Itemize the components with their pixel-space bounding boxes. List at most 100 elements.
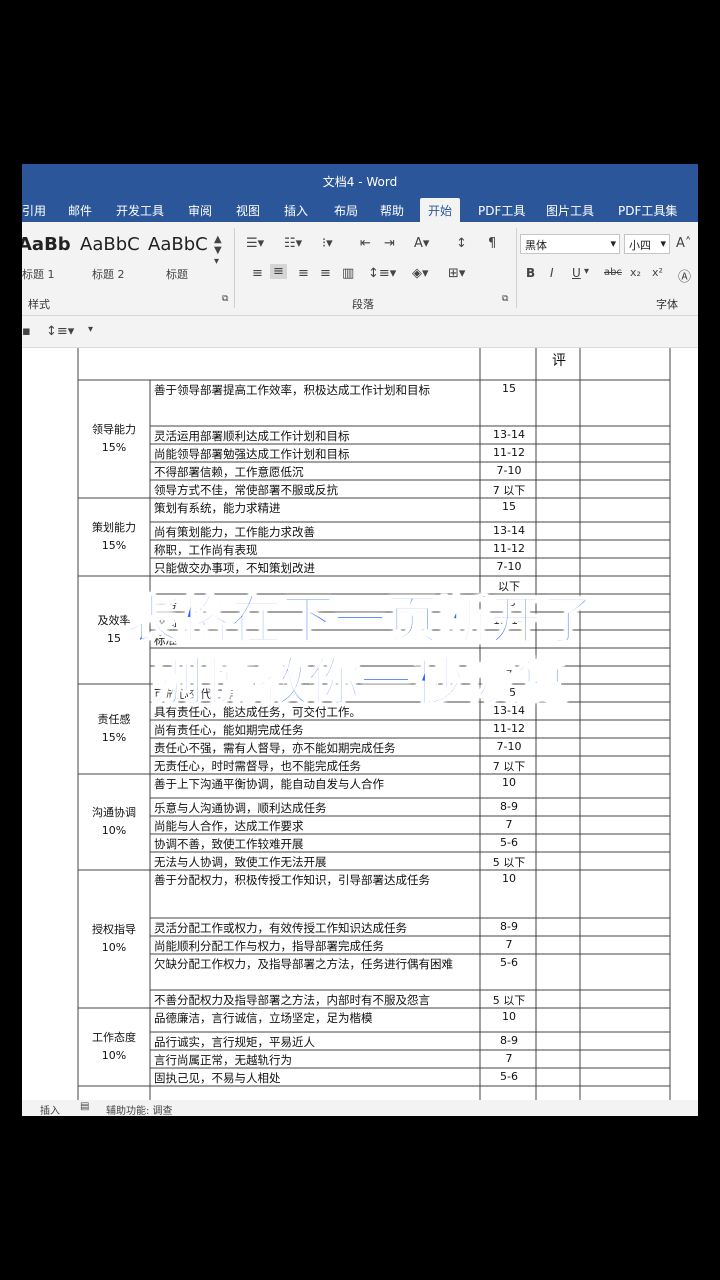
chinese-layout-icon[interactable]: A▾ [414, 236, 429, 251]
score-range[interactable]: 7-10 [482, 560, 536, 573]
text-effects-icon[interactable]: Ⓐ [678, 266, 691, 285]
paragraph-launcher-icon[interactable]: ⧉ [502, 294, 508, 304]
criterion-text[interactable]: 责任心不强，需有人督导，亦不能如期完成任务 [150, 740, 480, 756]
tab-review[interactable]: 审阅 [188, 202, 212, 219]
line-spacing-icon[interactable]: ↕≡▾ [368, 266, 396, 281]
style-title-preview[interactable]: AaBbC [148, 234, 208, 255]
score-range[interactable]: 10 [482, 776, 536, 789]
score-range[interactable]: 13-14 [482, 524, 536, 537]
category-cell[interactable]: 沟通协调 10% [78, 804, 150, 840]
customize-quick-access-icon[interactable]: ▾ [88, 324, 93, 335]
category-cell[interactable]: 领导能力 15% [78, 421, 150, 457]
sort-icon[interactable]: ↕ [456, 236, 467, 251]
align-left-icon[interactable]: ≡ [252, 266, 263, 281]
ruler-icon[interactable]: ▪ [22, 324, 31, 339]
criterion-text[interactable]: 无责任心，时时需督导，也不能完成任务 [150, 758, 480, 774]
score-range[interactable]: 5-6 [482, 1070, 536, 1083]
insert-mode[interactable]: 插入 [40, 1102, 60, 1116]
bullets-icon[interactable]: ☰▾ [246, 236, 264, 251]
criterion-text[interactable]: 领导方式不佳，常使部署不服或反抗 [150, 482, 480, 498]
criterion-text[interactable]: 品德廉洁，言行诚信，立场坚定，足为楷模 [150, 1010, 480, 1026]
tab-references[interactable]: 引用 [22, 202, 46, 219]
score-range[interactable]: 8-9 [482, 800, 536, 813]
document-page[interactable]: 评 善于领导部署提高工作效率，积极达成工作计划和目标 15 灵活运用部署顺利达成工作… [22, 348, 698, 1100]
criterion-text[interactable]: 言行尚属正常，无越轨行为 [150, 1052, 480, 1068]
category-cell[interactable]: 工作态度 10% [78, 1029, 150, 1065]
criterion-text[interactable]: 善于分配权力，积极传授工作知识，引导部署达成任务 [150, 872, 480, 888]
strikethrough-button[interactable]: abc [604, 267, 622, 278]
line-spacing-quick-icon[interactable]: ↕≡▾ [46, 324, 74, 339]
score-range[interactable]: 11-12 [482, 446, 536, 459]
score-range[interactable]: 7 以下 [482, 758, 536, 774]
tab-pdf-tools[interactable]: PDF工具 [478, 202, 525, 219]
shading-icon[interactable]: ◈▾ [412, 266, 429, 281]
category-cell[interactable]: 责任感 15% [78, 711, 150, 747]
score-range[interactable]: 7 [482, 1052, 536, 1065]
criterion-text[interactable]: 只能做交办事项，不知策划改进 [150, 560, 480, 576]
tab-insert[interactable]: 插入 [284, 202, 308, 219]
italic-button[interactable]: I [550, 266, 554, 280]
borders-icon[interactable]: ⊞▾ [448, 266, 465, 281]
criterion-text[interactable]: 尚能顺利分配工作与权力，指导部署完成任务 [150, 938, 480, 954]
score-range[interactable]: 15 [482, 382, 536, 395]
decrease-indent-icon[interactable]: ⇤ [360, 236, 371, 251]
score-range[interactable]: 7 [482, 818, 536, 831]
score-range[interactable]: 5-6 [482, 836, 536, 849]
score-range[interactable]: 7 [482, 938, 536, 951]
score-range[interactable]: 8-9 [482, 920, 536, 933]
tab-help[interactable]: 帮助 [380, 202, 404, 219]
criterion-text[interactable]: 灵活分配工作或权力，有效传授工作知识达成任务 [150, 920, 480, 936]
score-range[interactable]: 13-14 [482, 428, 536, 441]
score-range[interactable]: 10 [482, 1010, 536, 1023]
tab-developer[interactable]: 开发工具 [116, 202, 164, 219]
styles-launcher-icon[interactable]: ⧉ [222, 294, 228, 304]
criterion-text[interactable]: 固执己见，不易与人相处 [150, 1070, 480, 1086]
score-range[interactable]: 11-12 [482, 542, 536, 555]
criterion-text[interactable]: 乐意与人沟通协调，顺利达成任务 [150, 800, 480, 816]
criterion-text[interactable]: 善于领导部署提高工作效率，积极达成工作计划和目标 [150, 382, 480, 398]
criterion-text[interactable]: 称职，工作尚有表现 [150, 542, 480, 558]
criterion-text[interactable]: 尚有责任心，能如期完成任务 [150, 722, 480, 738]
font-size-select[interactable]: 小四 ▾ [624, 234, 670, 254]
criterion-text[interactable]: 欠缺分配工作权力，及指导部署之方法，任务进行偶有困难 [150, 956, 480, 972]
score-range[interactable]: 10 [482, 872, 536, 885]
tab-layout[interactable]: 布局 [334, 202, 358, 219]
bold-button[interactable]: B [526, 266, 535, 280]
score-range[interactable]: 5-6 [482, 956, 536, 969]
underline-dropdown-icon[interactable]: ▾ [584, 266, 589, 277]
category-cell[interactable]: 授权指导 10% [78, 921, 150, 957]
underline-button[interactable]: U [572, 266, 581, 280]
score-range[interactable]: 5 以下 [482, 854, 536, 870]
score-range[interactable]: 15 [482, 500, 536, 513]
macro-icon[interactable]: ▤ [80, 1101, 89, 1112]
increase-indent-icon[interactable]: ⇥ [384, 236, 395, 251]
justify-icon[interactable]: ≡ [320, 266, 331, 281]
category-cell[interactable]: 策划能力 15% [78, 519, 150, 555]
superscript-button[interactable]: x² [652, 266, 663, 279]
style-heading1-preview[interactable]: AaBb [22, 234, 71, 255]
criterion-text[interactable]: 尚能与人合作，达成工作要求 [150, 818, 480, 834]
tab-mailings[interactable]: 邮件 [68, 202, 92, 219]
style-heading2-preview[interactable]: AaBbC [80, 234, 140, 255]
subscript-button[interactable]: x₂ [630, 266, 641, 279]
score-range[interactable]: 8-9 [482, 1034, 536, 1047]
criterion-text[interactable]: 尚能领导部署勉强达成工作计划和目标 [150, 446, 480, 462]
criterion-text[interactable]: 不善分配权力及指导部署之方法，内部时有不服及怨言 [150, 992, 480, 1008]
font-name-select[interactable]: 黑体 ▾ [520, 234, 620, 254]
criterion-text[interactable]: 无法与人协调，致使工作无法开展 [150, 854, 480, 870]
tab-view[interactable]: 视图 [236, 202, 260, 219]
criterion-text[interactable]: 善于上下沟通平衡协调，能自动自发与人合作 [150, 776, 480, 792]
score-range[interactable]: 7-10 [482, 464, 536, 477]
tab-picture-tools[interactable]: 图片工具 [546, 202, 594, 219]
criterion-text[interactable]: 灵活运用部署顺利达成工作计划和目标 [150, 428, 480, 444]
criterion-text[interactable]: 协调不善，致使工作较难开展 [150, 836, 480, 852]
score-range[interactable]: 5 以下 [482, 992, 536, 1008]
criterion-text[interactable]: 品行诚实，言行规矩，平易近人 [150, 1034, 480, 1050]
grow-font-icon[interactable]: A˄ [676, 236, 691, 251]
score-range[interactable]: 11-12 [482, 722, 536, 735]
multilevel-list-icon[interactable]: ⁝▾ [322, 236, 333, 251]
show-marks-icon[interactable]: ¶ [488, 236, 496, 251]
styles-scroll-icon[interactable]: ▲ ▼ ▾ [214, 234, 222, 267]
accessibility-status[interactable]: 辅助功能: 调查 [106, 1102, 173, 1116]
criterion-text[interactable]: 策划有系统，能力求精进 [150, 500, 480, 516]
